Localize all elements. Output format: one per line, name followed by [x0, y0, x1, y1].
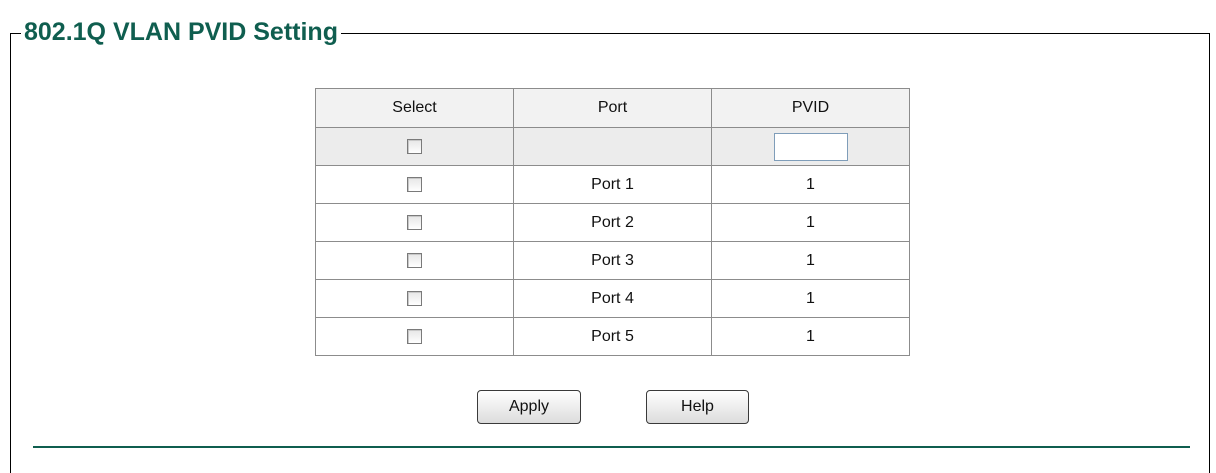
column-header-select: Select	[315, 88, 514, 128]
table-row: Port 4 1	[315, 279, 910, 318]
port-3-checkbox[interactable]	[407, 252, 422, 268]
port-name: Port 2	[513, 203, 712, 242]
port-pvid: 1	[711, 165, 910, 204]
bulk-port-cell	[513, 127, 712, 166]
port-pvid: 1	[711, 241, 910, 280]
port-5-checkbox[interactable]	[407, 328, 422, 344]
bulk-select-cell	[315, 127, 514, 166]
apply-button[interactable]: Apply	[477, 390, 581, 424]
port-pvid: 1	[711, 279, 910, 318]
pvid-table: Select Port PVID Port 1 1 Port 2 1 Port …	[315, 88, 910, 356]
port-2-checkbox[interactable]	[407, 214, 422, 230]
port-1-checkbox[interactable]	[407, 176, 422, 192]
port-name: Port 3	[513, 241, 712, 280]
table-row: Port 3 1	[315, 241, 910, 280]
help-button[interactable]: Help	[646, 390, 749, 424]
bulk-edit-row	[315, 127, 910, 166]
table-row: Port 5 1	[315, 317, 910, 356]
bottom-divider	[33, 446, 1190, 448]
table-header-row: Select Port PVID	[315, 88, 910, 128]
select-all-checkbox[interactable]	[407, 138, 422, 154]
table-row: Port 1 1	[315, 165, 910, 204]
table-row: Port 2 1	[315, 203, 910, 242]
port-name: Port 1	[513, 165, 712, 204]
port-name: Port 5	[513, 317, 712, 356]
column-header-pvid: PVID	[711, 88, 910, 128]
port-pvid: 1	[711, 317, 910, 356]
port-4-checkbox[interactable]	[407, 290, 422, 306]
column-header-port: Port	[513, 88, 712, 128]
section-title: 802.1Q VLAN PVID Setting	[21, 17, 341, 47]
port-pvid: 1	[711, 203, 910, 242]
bulk-pvid-cell	[711, 127, 910, 166]
pvid-input[interactable]	[773, 132, 848, 161]
port-name: Port 4	[513, 279, 712, 318]
